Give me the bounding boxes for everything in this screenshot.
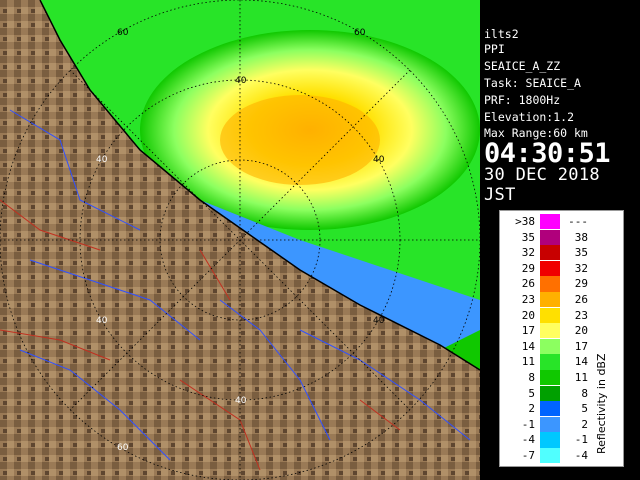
- legend-low-value: 20: [521, 308, 535, 322]
- legend-high-value: 23: [574, 308, 588, 322]
- range-label-40-right: 40: [373, 155, 385, 165]
- range-label-60-top-right: 60: [354, 28, 366, 38]
- legend-low-value: 26: [521, 277, 535, 291]
- legend-swatch: [540, 338, 560, 355]
- range-label-60-top-left: 60: [117, 28, 129, 38]
- legend-swatch: [540, 323, 560, 339]
- range-label-40-top: 40: [235, 76, 247, 86]
- legend-high-value: 8: [581, 386, 588, 400]
- task-name: SEAICE_A_ZZ: [484, 59, 561, 73]
- legend-swatch: [540, 370, 560, 386]
- legend-low-value: >38: [515, 215, 535, 228]
- legend-swatch: [540, 229, 560, 245]
- legend-low-value: 17: [521, 324, 535, 338]
- legend-swatch: [540, 292, 560, 308]
- legend-row: 26 29: [500, 276, 623, 292]
- legend-row: 29 32: [500, 260, 623, 277]
- legend-high-value: ---: [568, 215, 588, 228]
- legend-high-value: 11: [574, 371, 588, 384]
- legend-high-value: 20: [574, 324, 588, 338]
- legend-high-value: 35: [574, 246, 588, 260]
- legend-low-value: 11: [521, 355, 535, 369]
- legend-high-value: -4: [574, 449, 588, 462]
- legend-swatch: [540, 354, 560, 370]
- scan-date: 30 DEC 2018 JST: [484, 165, 600, 205]
- legend-swatch: [540, 448, 560, 464]
- echo-core-inner: [220, 95, 380, 185]
- legend-low-value: 14: [521, 339, 535, 353]
- legend-low-value: 32: [521, 246, 535, 260]
- range-label-60-bottom-left: 60: [117, 443, 129, 453]
- legend-low-value: 29: [521, 261, 535, 275]
- range-label-40-lower-left: 40: [96, 316, 108, 326]
- task-line: Task: SEAICE_A: [484, 76, 581, 90]
- legend-low-value: 23: [521, 293, 535, 306]
- legend-low-value: 35: [521, 230, 535, 244]
- range-label-40-lower-right: 40: [373, 316, 385, 326]
- legend-swatch: [540, 260, 560, 277]
- product-type: PPI: [484, 42, 505, 56]
- legend-high-value: 17: [574, 339, 588, 353]
- legend-low-value: -7: [521, 449, 535, 462]
- legend-swatch: [540, 307, 560, 323]
- legend-high-value: -1: [574, 433, 588, 447]
- legend-low-value: -4: [521, 433, 535, 447]
- legend-swatch: [540, 276, 560, 292]
- legend-row: >38 ---: [500, 214, 623, 230]
- legend-high-value: 38: [574, 230, 588, 244]
- legend-row: 32 35: [500, 245, 623, 261]
- legend-swatch: [540, 245, 560, 261]
- legend-swatch: [540, 416, 560, 433]
- legend-low-value: 2: [528, 402, 535, 416]
- legend-row: 14 17: [500, 338, 623, 355]
- legend-low-value: -1: [521, 417, 535, 431]
- legend-row: 35 38: [500, 229, 623, 245]
- prf-line: PRF: 1800Hz: [484, 93, 561, 107]
- legend-low-value: 8: [528, 371, 535, 384]
- legend-row: 20 23: [500, 307, 623, 323]
- color-legend: >38 --- 35 38 32 35 29 32 26 29 23 26 20 23 17 20 14 17 11…: [499, 210, 624, 467]
- range-label-40-left: 40: [96, 155, 108, 165]
- legend-row: 17 20: [500, 323, 623, 339]
- legend-swatch: [540, 385, 560, 401]
- radar-ppi-map[interactable]: 40 40 40 40 40 40 60 60 60: [0, 0, 480, 480]
- legend-high-value: 26: [574, 293, 588, 306]
- legend-swatch: [540, 401, 560, 417]
- elevation-line: Elevation:1.2: [484, 110, 575, 124]
- legend-row: 23 26: [500, 292, 623, 308]
- legend-swatch: [540, 214, 560, 230]
- product-name: ilts2: [484, 27, 519, 41]
- legend-high-value: 32: [574, 261, 588, 275]
- legend-low-value: 5: [528, 386, 535, 400]
- legend-high-value: 14: [574, 355, 588, 369]
- scan-info-panel: ilts2 PPI SEAICE_A_ZZ Task: SEAICE_A PRF…: [480, 25, 640, 205]
- legend-high-value: 5: [581, 402, 588, 416]
- range-label-40-bottom: 40: [235, 396, 247, 406]
- legend-high-value: 2: [581, 417, 588, 431]
- legend-swatch: [540, 432, 560, 448]
- legend-title: Reflectivity in dBZ: [595, 353, 608, 454]
- legend-high-value: 29: [574, 277, 588, 291]
